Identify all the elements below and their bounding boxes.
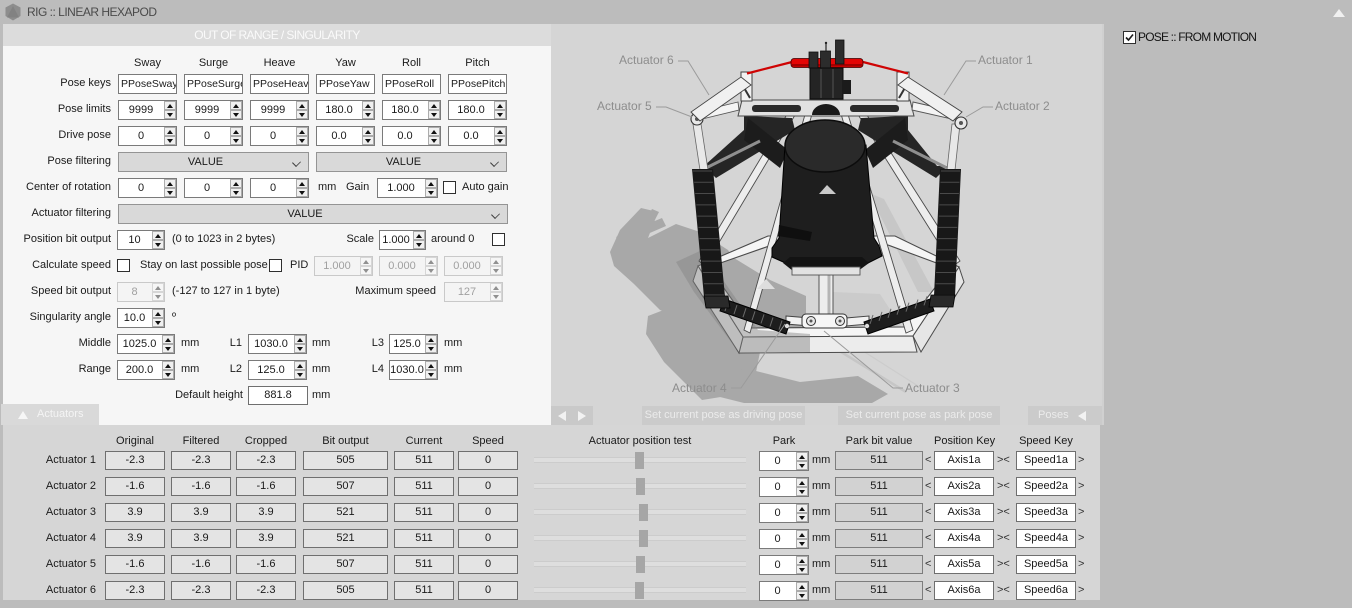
svg-text:Actuator 5: Actuator 5 bbox=[597, 99, 652, 113]
svg-text:Actuator 3: Actuator 3 bbox=[905, 381, 960, 395]
svg-text:Actuator 1: Actuator 1 bbox=[978, 53, 1033, 67]
svg-text:Actuator 4: Actuator 4 bbox=[672, 381, 727, 395]
svg-text:Actuator 2: Actuator 2 bbox=[995, 99, 1050, 113]
svg-text:Actuator 6: Actuator 6 bbox=[619, 53, 674, 67]
